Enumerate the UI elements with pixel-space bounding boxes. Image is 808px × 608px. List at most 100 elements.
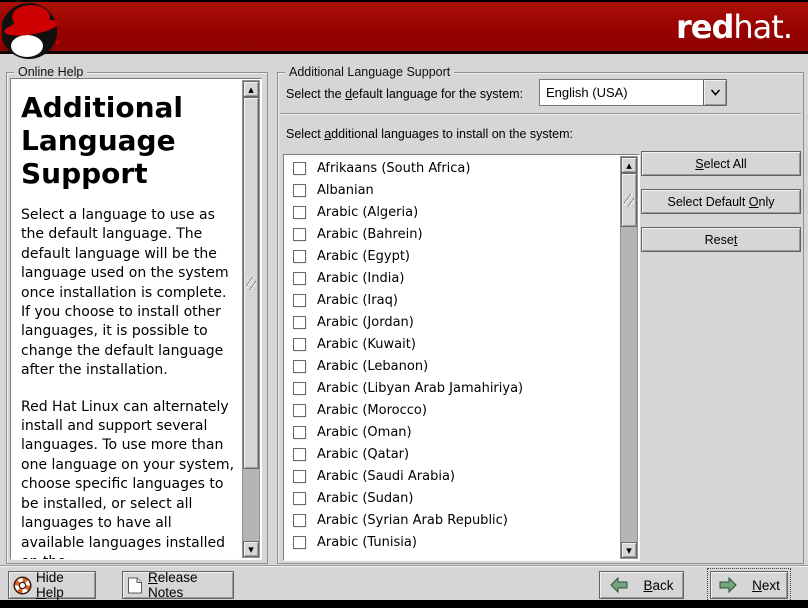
language-checkbox[interactable]: [293, 272, 306, 285]
help-scrollbar[interactable]: ▴ ▾: [242, 80, 260, 558]
language-checkbox[interactable]: [293, 426, 306, 439]
brand-dot: .: [783, 8, 792, 46]
language-label: Arabic (India): [317, 271, 404, 286]
language-row[interactable]: Arabic (Bahrein): [285, 223, 619, 245]
label-mnemonic: R: [148, 570, 158, 585]
document-icon: [127, 576, 143, 595]
help-paragraph: Select a language to use as the default …: [21, 206, 238, 381]
language-row[interactable]: Albanian: [285, 179, 619, 201]
thumb-grip: [246, 277, 256, 290]
panel-separator: [280, 113, 801, 115]
language-label: Arabic (Saudi Arabia): [317, 469, 455, 484]
language-checkbox[interactable]: [293, 514, 306, 527]
help-scroll-down-button[interactable]: ▾: [243, 541, 259, 557]
list-scroll-up-button[interactable]: ▴: [621, 157, 637, 173]
language-row[interactable]: Arabic (Tunisia): [285, 531, 619, 553]
combobox-dropdown-button[interactable]: [703, 79, 727, 106]
language-checkbox[interactable]: [293, 382, 306, 395]
help-paragraph: Red Hat Linux can alternately install an…: [21, 398, 238, 559]
select-all-button[interactable]: Select All: [641, 151, 801, 176]
language-row[interactable]: Arabic (Oman): [285, 421, 619, 443]
label-mnemonic: t: [734, 233, 737, 247]
default-language-label: Select the default language for the syst…: [286, 87, 523, 101]
help-content: Additional Language Support Select a lan…: [11, 79, 241, 559]
language-checkbox[interactable]: [293, 448, 306, 461]
button-label: Select All: [695, 157, 746, 171]
list-scroll-down-button[interactable]: ▾: [621, 542, 637, 558]
label-part: nly: [759, 195, 775, 209]
chevron-down-icon: [710, 89, 721, 96]
language-label: Afrikaans (South Africa): [317, 161, 470, 176]
language-checkbox[interactable]: [293, 228, 306, 241]
scroll-down-icon: ▾: [626, 545, 632, 556]
language-checkbox[interactable]: [293, 536, 306, 549]
language-row[interactable]: Arabic (Syrian Arab Republic): [285, 509, 619, 531]
language-checkbox[interactable]: [293, 184, 306, 197]
language-checkbox[interactable]: [293, 404, 306, 417]
select-default-only-button[interactable]: Select Default Only: [641, 189, 801, 214]
additional-languages-label: Select additional languages to install o…: [286, 127, 573, 141]
language-row[interactable]: Arabic (India): [285, 267, 619, 289]
redhat-wordmark: redhat.: [676, 8, 792, 46]
label-part: Select the: [286, 87, 345, 101]
language-panel: Additional Language Support Select the d…: [277, 72, 804, 564]
language-checkbox[interactable]: [293, 206, 306, 219]
header: redhat.: [0, 0, 808, 54]
language-row[interactable]: Arabic (Kuwait): [285, 333, 619, 355]
button-label: Next: [752, 578, 780, 593]
label-mnemonic: O: [749, 195, 759, 209]
help-scrollbar-trough[interactable]: [243, 97, 259, 541]
help-scroll-up-button[interactable]: ▴: [243, 81, 259, 97]
language-frame-label: Additional Language Support: [285, 64, 454, 80]
reset-button[interactable]: Reset: [641, 227, 801, 252]
redhat-shadowman-logo-icon: [2, 1, 62, 61]
label-mnemonic: H: [36, 585, 46, 600]
button-label: Back: [643, 578, 673, 593]
help-title: Additional Language Support: [21, 91, 238, 190]
label-part: ack: [653, 578, 674, 593]
language-label: Albanian: [317, 183, 374, 198]
list-scrollbar-trough[interactable]: [621, 173, 637, 542]
language-row[interactable]: Arabic (Iraq): [285, 289, 619, 311]
label-part: Rese: [705, 233, 734, 247]
list-scrollbar-thumb[interactable]: [621, 173, 637, 227]
help-scrollbar-thumb[interactable]: [243, 97, 259, 469]
language-row[interactable]: Arabic (Jordan): [285, 311, 619, 333]
language-label: Arabic (Qatar): [317, 447, 409, 462]
default-language-combobox[interactable]: English (USA): [539, 79, 727, 106]
language-row[interactable]: Arabic (Lebanon): [285, 355, 619, 377]
next-button[interactable]: Next: [710, 571, 788, 599]
label-part: Hide: [36, 570, 64, 585]
language-checkbox[interactable]: [293, 338, 306, 351]
language-checkbox[interactable]: [293, 294, 306, 307]
language-row[interactable]: Arabic (Qatar): [285, 443, 619, 465]
list-scrollbar[interactable]: ▴ ▾: [620, 156, 638, 559]
release-notes-button[interactable]: Release Notes: [122, 571, 234, 599]
language-row[interactable]: Arabic (Libyan Arab Jamahiriya): [285, 377, 619, 399]
language-checkbox[interactable]: [293, 492, 306, 505]
label-mnemonic: B: [643, 578, 652, 593]
online-help-panel: Online Help Additional Language Support …: [6, 72, 268, 564]
language-label: Arabic (Syrian Arab Republic): [317, 513, 508, 528]
hide-help-button[interactable]: Hide Help: [8, 571, 96, 599]
language-checkbox[interactable]: [293, 316, 306, 329]
language-label: Arabic (Algeria): [317, 205, 418, 220]
footer-separator: [0, 565, 808, 567]
arrow-left-icon: [609, 577, 629, 593]
combobox-value: English (USA): [539, 79, 703, 106]
language-row[interactable]: Arabic (Egypt): [285, 245, 619, 267]
language-checkbox[interactable]: [293, 250, 306, 263]
language-row[interactable]: Arabic (Algeria): [285, 201, 619, 223]
language-row[interactable]: Afrikaans (South Africa): [285, 157, 619, 179]
language-checkbox[interactable]: [293, 162, 306, 175]
label-mnemonic: S: [695, 157, 703, 171]
language-row[interactable]: Arabic (Sudan): [285, 487, 619, 509]
language-row[interactable]: Arabic (Saudi Arabia): [285, 465, 619, 487]
language-label: Arabic (Jordan): [317, 315, 414, 330]
button-label: Release Notes: [148, 570, 229, 600]
language-checkbox[interactable]: [293, 470, 306, 483]
back-button[interactable]: Back: [599, 571, 684, 599]
language-label: Arabic (Iraq): [317, 293, 398, 308]
language-row[interactable]: Arabic (Morocco): [285, 399, 619, 421]
language-checkbox[interactable]: [293, 360, 306, 373]
